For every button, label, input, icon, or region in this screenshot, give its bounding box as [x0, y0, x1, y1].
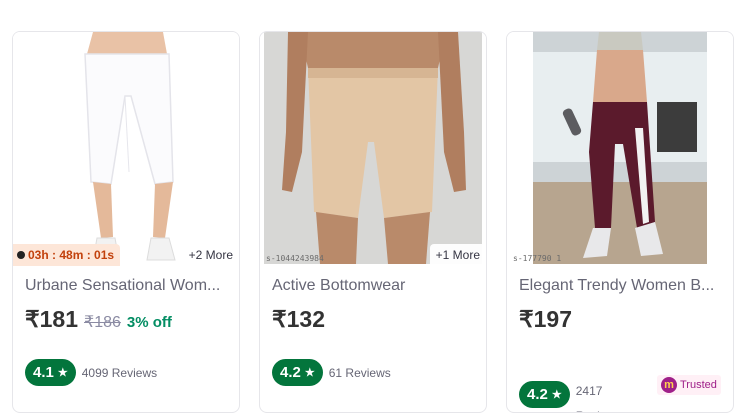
white-capri-leggings-photo [13, 32, 239, 264]
rating-badge: 4.1 ★ [25, 359, 76, 386]
price: ₹181 [25, 306, 79, 332]
rating-value: 4.2 [280, 364, 301, 381]
product-image[interactable] [507, 32, 733, 264]
product-card[interactable]: 03h : 48m : 01s +2 More Urbane Sensation… [12, 31, 240, 413]
rating-badge: 4.2 ★ [272, 359, 323, 386]
product-image[interactable] [260, 32, 486, 264]
review-count: 2417 Reviews [575, 384, 621, 412]
image-watermark: s-1044243984 [266, 254, 324, 263]
rating-value: 4.1 [33, 364, 54, 381]
product-image[interactable] [13, 32, 239, 264]
product-title[interactable]: Active Bottomwear [272, 277, 476, 295]
more-variants-badge[interactable]: +2 More [182, 244, 239, 266]
review-count: 61 Reviews [328, 365, 391, 380]
product-title[interactable]: Elegant Trendy Women B... [519, 277, 723, 295]
meesho-logo-icon: m [661, 377, 677, 393]
product-card[interactable]: s-1044243984 +1 More Active Bottomwear ₹… [259, 31, 487, 413]
product-card[interactable]: s-177790 1 Elegant Trendy Women B... ₹19… [506, 31, 734, 413]
deal-timer: 03h : 48m : 01s [13, 244, 121, 266]
rating-badge: 4.2 ★ [519, 380, 570, 408]
original-price: ₹186 [84, 314, 121, 331]
rating-row: 4.2 ★ 61 Reviews [272, 359, 391, 386]
clock-icon [17, 251, 25, 259]
more-variants-badge[interactable]: +1 More [429, 244, 486, 266]
price-row: ₹132 [272, 306, 325, 333]
rating-row: 4.1 ★ 4099 Reviews [25, 359, 157, 386]
product-title[interactable]: Urbane Sensational Wom... [25, 277, 229, 295]
beige-cycling-shorts-photo [264, 32, 482, 264]
price: ₹197 [519, 306, 573, 332]
trusted-label: Trusted [680, 379, 717, 391]
star-icon: ★ [57, 367, 68, 379]
image-watermark: s-177790 1 [513, 254, 562, 263]
price: ₹132 [272, 306, 326, 332]
rating-value: 4.2 [527, 385, 548, 403]
review-count: 4099 Reviews [81, 365, 158, 380]
timer-text: 03h : 48m : 01s [28, 248, 115, 262]
discount-label: 3% off [126, 314, 172, 331]
star-icon: ★ [551, 388, 562, 401]
price-row: ₹181 ₹186 3% off [25, 306, 172, 333]
maroon-leggings-gym-photo [533, 32, 707, 264]
price-row: ₹197 [519, 306, 572, 333]
rating-row: 4.2 ★ 2417 Reviews [519, 359, 632, 412]
trusted-badge: m Trusted [657, 375, 721, 395]
star-icon: ★ [304, 367, 315, 379]
